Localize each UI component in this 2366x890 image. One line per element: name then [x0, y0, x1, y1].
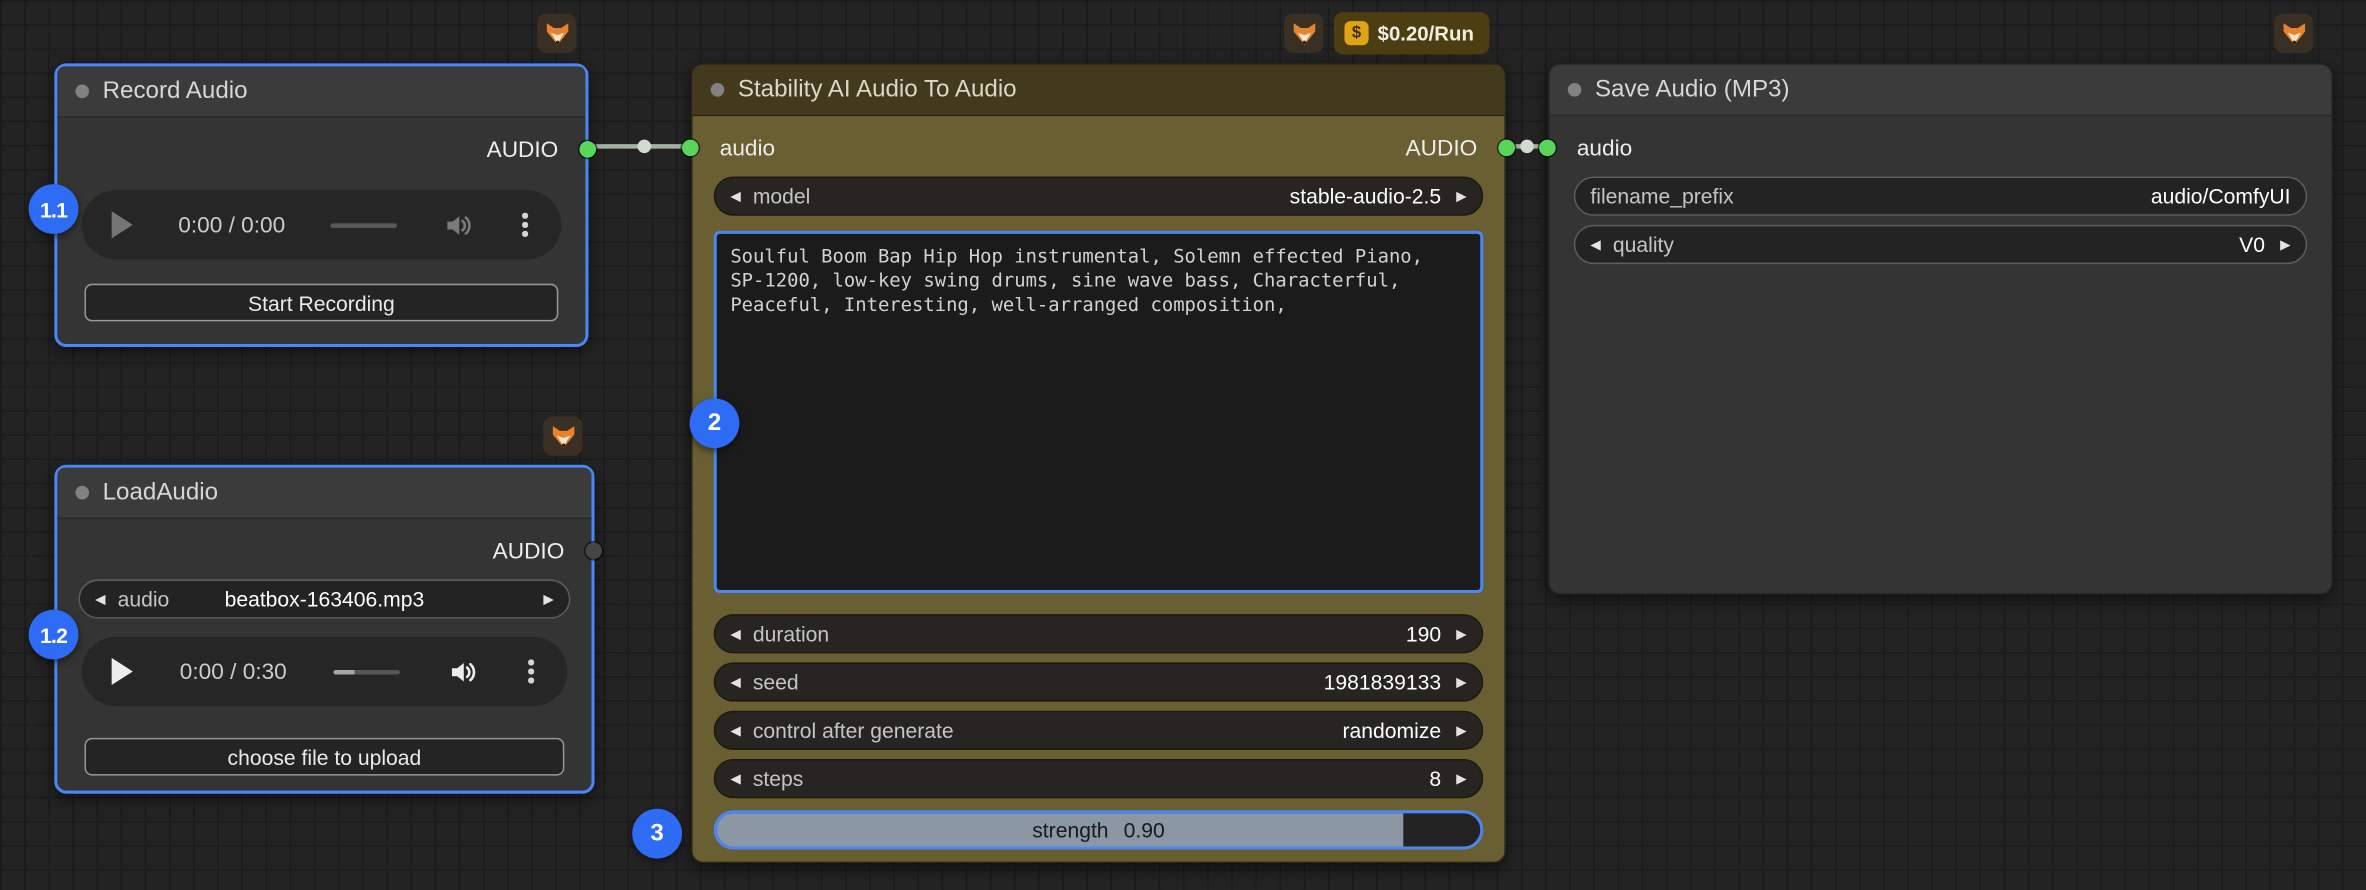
annotation-badge-3: 3 [632, 809, 682, 859]
dollar-icon: $ [1344, 21, 1368, 45]
arrow-right-icon[interactable]: ▶ [1456, 675, 1466, 689]
node-load-audio[interactable]: LoadAudio AUDIO ◀ audio beatbox-163406.m… [54, 465, 594, 794]
slider-value: 0.90 [1124, 818, 1165, 842]
widget-label: quality [1613, 232, 1674, 256]
audio-input-port[interactable] [682, 140, 699, 157]
player-time: 0:00 / 0:30 [180, 659, 287, 685]
collapse-dot[interactable] [75, 486, 89, 500]
seek-bar[interactable] [331, 223, 397, 228]
audio-output-port[interactable] [1498, 140, 1515, 157]
widget-value: 8 [1429, 767, 1441, 791]
audio-player[interactable]: 0:00 / 0:30 [81, 637, 567, 706]
volume-icon[interactable] [443, 209, 475, 241]
arrow-right-icon[interactable]: ▶ [1456, 724, 1466, 738]
play-icon[interactable] [112, 658, 133, 685]
node-record-audio[interactable]: Record Audio AUDIO 0:00 / 0:00 Start Rec… [54, 63, 588, 347]
widget-value: randomize [1342, 718, 1441, 742]
fox-badge-icon [537, 14, 576, 53]
volume-icon[interactable] [447, 656, 479, 688]
widget-value: 1981839133 [1324, 670, 1442, 694]
choose-file-button[interactable]: choose file to upload [85, 738, 565, 776]
audio-input-label: audio [720, 135, 775, 161]
widget-label: model [753, 184, 811, 208]
annotation-badge-2: 2 [690, 398, 740, 448]
player-time: 0:00 / 0:00 [178, 212, 285, 238]
audio-input-port[interactable] [1539, 140, 1556, 157]
widget-value: 190 [1406, 622, 1441, 646]
fox-badge-icon [2274, 14, 2313, 53]
audio-output-label: AUDIO [487, 137, 559, 163]
widget-audio-file[interactable]: ◀ audio beatbox-163406.mp3 ▶ [78, 579, 570, 618]
audio-player[interactable]: 0:00 / 0:00 [81, 190, 561, 259]
annotation-badge-1-1: 1.1 [29, 184, 79, 234]
run-price-badge: $ $0.20/Run [1334, 12, 1489, 54]
audio-output-label: AUDIO [1406, 135, 1478, 161]
kebab-menu-icon[interactable] [520, 210, 531, 239]
widget-label: filename_prefix [1590, 184, 1733, 208]
node-title: Save Audio (MP3) [1595, 76, 1790, 103]
collapse-dot[interactable] [75, 85, 89, 99]
annotation-badge-1-2: 1.2 [29, 610, 79, 660]
node-title: Record Audio [103, 78, 248, 105]
collapse-dot[interactable] [711, 83, 725, 97]
widget-value: stable-audio-2.5 [1290, 184, 1442, 208]
node-save-audio-mp3[interactable]: Save Audio (MP3) audio filename_prefix a… [1548, 63, 2333, 594]
node-title: Stability AI Audio To Audio [738, 76, 1017, 103]
collapse-dot[interactable] [1568, 83, 1582, 97]
audio-input-label: audio [1577, 135, 1632, 161]
widget-filename-prefix[interactable]: filename_prefix audio/ComfyUI [1574, 177, 2307, 216]
widget-label: steps [753, 767, 804, 791]
slider-label: strength [1032, 818, 1108, 842]
arrow-left-icon[interactable]: ◀ [730, 772, 740, 786]
widget-model[interactable]: ◀ model stable-audio-2.5 ▶ [714, 177, 1484, 216]
audio-output-port[interactable] [585, 542, 602, 559]
start-recording-button[interactable]: Start Recording [85, 284, 559, 322]
widget-steps[interactable]: ◀ steps 8 ▶ [714, 759, 1484, 798]
node-title: LoadAudio [103, 479, 218, 506]
node-title-bar[interactable]: LoadAudio [57, 468, 591, 519]
arrow-right-icon[interactable]: ▶ [2280, 238, 2290, 252]
arrow-left-icon[interactable]: ◀ [730, 627, 740, 641]
widget-value: audio/ComfyUI [2151, 184, 2291, 208]
widget-seed[interactable]: ◀ seed 1981839133 ▶ [714, 662, 1484, 701]
node-canvas[interactable]: $ $0.20/Run Record Audio AUDIO 0:00 / 0:… [0, 0, 2366, 890]
widget-control-after-generate[interactable]: ◀ control after generate randomize ▶ [714, 711, 1484, 750]
kebab-menu-icon[interactable] [526, 657, 537, 686]
widget-quality[interactable]: ◀ quality V0 ▶ [1574, 225, 2307, 264]
node-title-bar[interactable]: Record Audio [57, 66, 585, 117]
arrow-right-icon[interactable]: ▶ [1456, 772, 1466, 786]
widget-label: duration [753, 622, 829, 646]
arrow-left-icon[interactable]: ◀ [730, 675, 740, 689]
play-icon[interactable] [112, 211, 133, 238]
fox-badge-icon [1284, 14, 1323, 53]
arrow-left-icon[interactable]: ◀ [1590, 238, 1600, 252]
node-title-bar[interactable]: Stability AI Audio To Audio [693, 65, 1505, 116]
arrow-left-icon[interactable]: ◀ [730, 189, 740, 203]
arrow-left-icon[interactable]: ◀ [730, 724, 740, 738]
prompt-textarea[interactable]: Soulful Boom Bap Hip Hop instrumental, S… [714, 231, 1484, 593]
node-stability-audio-to-audio[interactable]: Stability AI Audio To Audio audio AUDIO … [691, 63, 1506, 863]
audio-output-label: AUDIO [493, 538, 565, 564]
strength-slider[interactable]: strength 0.90 [714, 810, 1484, 849]
audio-output-port[interactable] [579, 141, 596, 158]
widget-label: seed [753, 670, 799, 694]
arrow-right-icon[interactable]: ▶ [1456, 189, 1466, 203]
widget-value: beatbox-163406.mp3 [80, 587, 569, 611]
arrow-right-icon[interactable]: ▶ [1456, 627, 1466, 641]
price-label: $0.20/Run [1378, 22, 1474, 45]
seek-bar[interactable] [334, 669, 400, 674]
fox-badge-icon [543, 416, 582, 455]
widget-duration[interactable]: ◀ duration 190 ▶ [714, 614, 1484, 653]
node-title-bar[interactable]: Save Audio (MP3) [1550, 65, 2332, 116]
widget-label: control after generate [753, 718, 954, 742]
widget-value: V0 [2239, 232, 2265, 256]
